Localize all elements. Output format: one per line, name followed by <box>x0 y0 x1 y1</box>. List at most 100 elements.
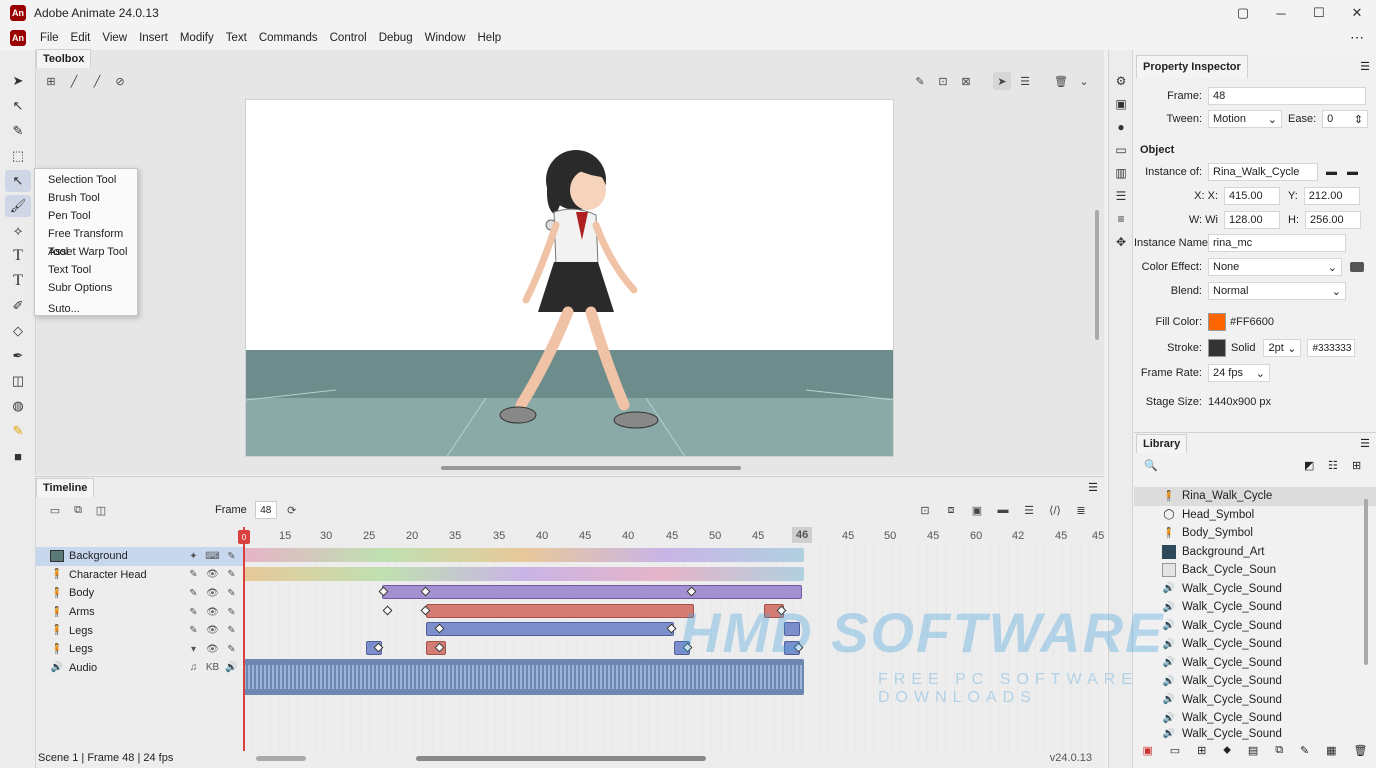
library-item[interactable]: 🧍 Body_Symbol <box>1134 524 1376 543</box>
lasso-tool-icon[interactable]: ⟡ <box>5 220 31 242</box>
more-options-icon[interactable]: ⋯ <box>1350 29 1364 46</box>
body-tween-track[interactable] <box>382 585 802 599</box>
tag-icon[interactable]: ⬥ <box>1223 744 1231 764</box>
fill-color-swatch[interactable] <box>1208 313 1226 331</box>
ctx-selection-tool[interactable]: Selection Tool <box>35 171 137 189</box>
layer-pencil-icon[interactable]: ✎ <box>222 569 241 580</box>
duplicate-icon[interactable]: ⧉ <box>1275 744 1283 764</box>
brush-icon[interactable]: ╱ <box>65 72 83 90</box>
align-left-icon[interactable]: ☰ <box>1112 187 1130 205</box>
selection-tool-icon[interactable]: ➤ <box>5 70 31 92</box>
ease-stepper[interactable]: 0 ⇕ <box>1322 110 1369 128</box>
minimize-button[interactable]: ─ <box>1262 0 1300 26</box>
layer-visibility-icon[interactable]: 👁 <box>203 588 222 599</box>
layer-row-legs-2[interactable]: 🧍 Legs ▾ 👁 ✎ <box>36 640 243 659</box>
x-field[interactable]: 415.00 <box>1224 187 1280 205</box>
playhead[interactable] <box>243 527 245 751</box>
text-tool-icon[interactable]: T <box>5 245 31 267</box>
color-effect-select[interactable]: None ⌄ <box>1208 258 1342 276</box>
library-item[interactable]: 🔊 Walk_Cycle_Sound <box>1134 672 1376 691</box>
effect-swatch-icon[interactable] <box>1350 262 1364 272</box>
background-tween-track[interactable] <box>244 548 804 562</box>
audio-waveform-track[interactable] <box>244 659 804 695</box>
library-item[interactable]: 🔊 Walk_Cycle_Sound <box>1134 654 1376 673</box>
legs-tween-track[interactable] <box>426 622 674 636</box>
instance-of-field[interactable]: Rina_Walk_Cycle <box>1208 163 1318 181</box>
swap-symbol-icon[interactable]: ▬ <box>1326 166 1337 178</box>
add-icon[interactable]: ⊞ <box>1197 744 1206 764</box>
layer-visibility-icon[interactable]: 👁 <box>203 569 222 580</box>
edit-icon[interactable]: ✎ <box>1300 744 1309 764</box>
keyframe-icon[interactable]: ⟳ <box>283 501 301 519</box>
new-folder-icon[interactable]: ▭ <box>1170 744 1180 764</box>
free-transform-tool-icon[interactable]: ⬚ <box>5 145 31 167</box>
eyedropper-tool-icon[interactable]: ✐ <box>5 295 31 317</box>
menu-window[interactable]: Window <box>419 32 472 44</box>
delete-icon[interactable]: 🗑 <box>1052 72 1070 90</box>
library-menu-icon[interactable]: ☰ <box>1360 437 1370 450</box>
maximize-button[interactable]: ☐ <box>1300 0 1338 26</box>
menu-text[interactable]: Text <box>220 32 253 44</box>
library-list-icon[interactable]: ☷ <box>1328 459 1338 472</box>
pen-tool-icon[interactable]: ✒ <box>5 345 31 367</box>
stroke-width-select[interactable]: 2pt ⌄ <box>1263 339 1302 357</box>
frame-rate-select[interactable]: 24 fps ⌄ <box>1208 364 1270 382</box>
print-icon[interactable]: ▤ <box>1248 744 1258 764</box>
align-icon[interactable]: ☰ <box>1016 72 1034 90</box>
pencil-icon[interactable]: ╱ <box>88 72 106 90</box>
layer-row-background[interactable]: Background ✦ ⌨ ✎ <box>36 547 243 566</box>
library-item[interactable]: Background_Art <box>1134 543 1376 562</box>
delete-icon[interactable]: 🗑 <box>1353 744 1367 764</box>
menu-debug[interactable]: Debug <box>373 32 419 44</box>
camera-icon[interactable]: ⊡ <box>916 501 934 519</box>
layer-keyboard-icon[interactable]: ⌨ <box>203 551 222 562</box>
head-tween-track[interactable] <box>244 567 804 581</box>
toolbox-tab[interactable]: Teolbox <box>36 49 92 68</box>
library-search-icon[interactable]: 🔍 <box>1144 459 1158 472</box>
tween-select[interactable]: Motion ⌄ <box>1208 110 1282 128</box>
stroke-color-field[interactable]: #333333 <box>1307 339 1356 357</box>
motion-editor-icon[interactable]: ⚙ <box>1112 72 1130 90</box>
instance-name-field[interactable]: rina_mc <box>1208 234 1346 252</box>
new-symbol-icon[interactable]: ▣ <box>1142 744 1152 764</box>
fit-stage-icon[interactable]: ⊡ <box>934 72 952 90</box>
edit-symbol-icon[interactable]: ✎ <box>911 72 929 90</box>
close-button[interactable]: ✕ <box>1338 0 1376 26</box>
eraser-tool-icon[interactable]: ◇ <box>5 320 31 342</box>
library-grid-icon[interactable]: ⊞ <box>1352 459 1361 472</box>
ctx-brush-tool[interactable]: Brush Tool <box>35 189 137 207</box>
layer-audio-icon[interactable]: ♫ <box>184 662 203 673</box>
split-layer-icon[interactable]: ◫ <box>92 501 110 519</box>
menu-edit[interactable]: Edit <box>65 32 97 44</box>
layer-edit-icon[interactable]: ✎ <box>184 607 203 618</box>
layer-expand-icon[interactable]: ▾ <box>184 644 203 655</box>
code-icon[interactable]: ⟨/⟩ <box>1046 501 1064 519</box>
stage-vertical-scrollbar[interactable] <box>1095 210 1099 340</box>
menu-commands[interactable]: Commands <box>253 32 324 44</box>
scene-icon[interactable]: ⊞ <box>42 72 60 90</box>
layer-pencil-icon[interactable]: ✎ <box>222 551 241 562</box>
align-center-icon[interactable]: ≡ <box>1112 210 1130 228</box>
frame-ruler[interactable]: 15 30 25 20 35 35 40 45 40 45 50 45 46 4… <box>244 527 1104 545</box>
timeline-horizontal-scrollbar[interactable] <box>416 756 706 761</box>
h-field[interactable]: 256.00 <box>1305 211 1361 229</box>
restore-icon[interactable]: ▢ <box>1224 0 1262 26</box>
frame-field[interactable]: 48 <box>1208 87 1366 105</box>
layer-row-legs[interactable]: 🧍 Legs ✎ 👁 ✎ <box>36 621 243 640</box>
fill-stroke-color-icon[interactable]: ■ <box>5 445 31 467</box>
menu-file[interactable]: File <box>34 32 65 44</box>
chevron-down-icon[interactable]: ⌄ <box>1075 72 1093 90</box>
library-item[interactable]: 🔊 Walk_Cycle_Sound <box>1134 635 1376 654</box>
library-tab[interactable]: Library <box>1136 434 1188 453</box>
layer-visibility-icon[interactable]: 👁 <box>203 644 222 655</box>
menu-view[interactable]: View <box>96 32 133 44</box>
layer-row-body[interactable]: 🧍 Body ✎ 👁 ✎ <box>36 584 243 603</box>
keyframe[interactable] <box>382 605 393 616</box>
arms-tween-track[interactable] <box>426 604 694 618</box>
paint-bucket-icon[interactable]: ◍ <box>5 395 31 417</box>
folder-icon[interactable]: ▬ <box>1347 166 1358 178</box>
playhead-handle[interactable]: 0 <box>238 530 250 544</box>
stroke-color-swatch[interactable] <box>1208 339 1226 357</box>
open-folder-icon[interactable]: ▬ <box>994 501 1012 519</box>
layer-kb-icon[interactable]: KB <box>203 662 222 673</box>
